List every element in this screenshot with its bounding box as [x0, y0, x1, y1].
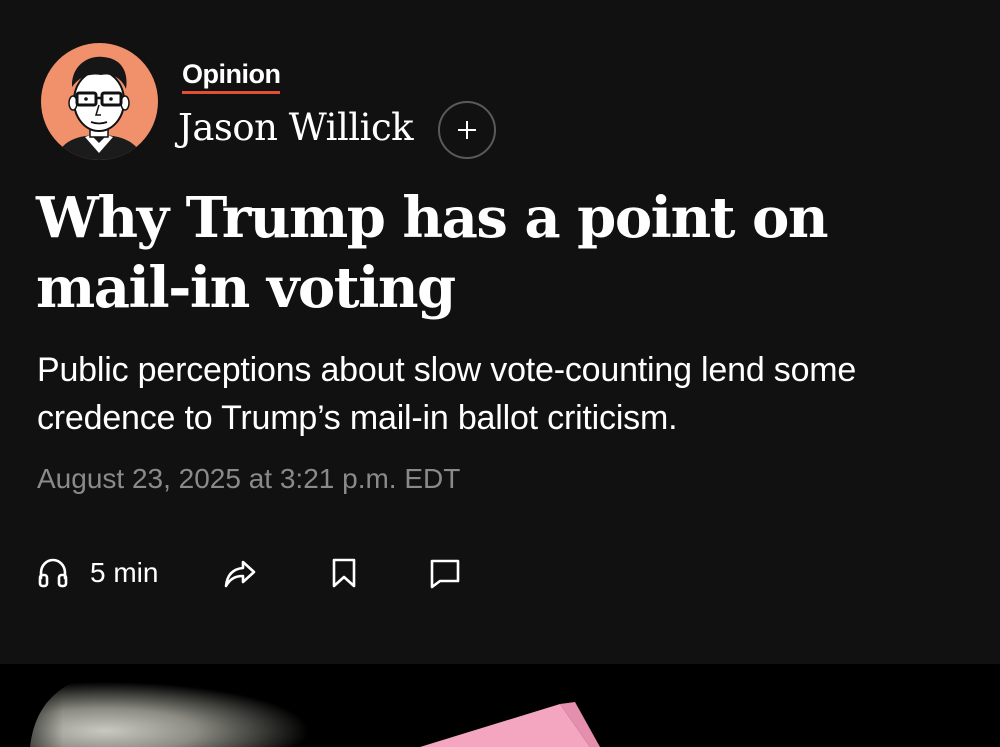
bookmark-icon [333, 558, 356, 588]
listen-duration: 5 min [90, 557, 159, 588]
ballot-photo [0, 664, 1000, 747]
plus-icon [458, 121, 476, 139]
headphones-icon [38, 558, 68, 588]
article-headline: Why Trump has a point on mail-in voting [36, 185, 829, 321]
article-subheadline: Public perceptions about slow vote-count… [37, 351, 857, 437]
lead-image [0, 664, 1000, 747]
follow-author-button[interactable] [438, 101, 496, 159]
save-button[interactable] [329, 556, 359, 590]
author-name[interactable]: Jason Willick [178, 104, 414, 152]
publish-timestamp: August 23, 2025 at 3:21 p.m. EDT [37, 463, 461, 494]
listen-button[interactable]: 5 min [36, 556, 158, 590]
article-action-bar: 5 min [36, 550, 461, 596]
author-avatar[interactable] [41, 43, 158, 160]
comment-icon [431, 559, 460, 589]
share-button[interactable] [223, 556, 259, 590]
share-icon [225, 560, 256, 588]
article-page: Opinion Jason Willick Why Trump has a po… [0, 0, 1000, 747]
comments-button[interactable] [429, 556, 461, 590]
author-illustration [41, 43, 158, 160]
opinion-section-link[interactable]: Opinion [182, 58, 281, 94]
